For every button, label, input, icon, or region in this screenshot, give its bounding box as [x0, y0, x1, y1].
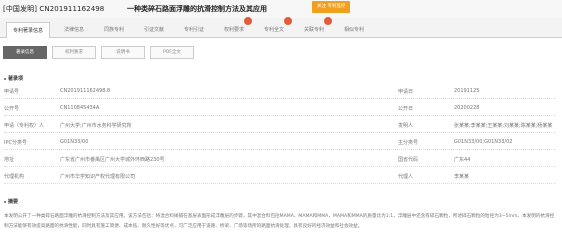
tab-bibliographic[interactable]: 专利著录信息 [6, 22, 51, 38]
biblio-row: IPC分类号 G01N33/00 主分类号 G01N33/00;G01N33/0… [4, 136, 556, 150]
field-label: 公开日 [398, 106, 414, 112]
tab-label: 专利著录信息 [13, 28, 44, 34]
ipc-code: G01N33/00 [60, 139, 89, 145]
biblio-section-title: 著录项 [4, 75, 23, 82]
application-number: CN201911162498.8 [60, 88, 111, 94]
subtab-description[interactable]: 说明书 [101, 46, 145, 59]
tab-family[interactable]: 同族专利 [98, 22, 130, 38]
abstract-section-title: 摘要 [4, 198, 18, 205]
tab-legal[interactable]: 法律信息 [58, 22, 90, 38]
tab-related[interactable]: 关联专利 [298, 17, 333, 38]
field-label: 申请日 [398, 89, 414, 95]
follow-button[interactable]: 关注 专利监控 [312, 1, 351, 13]
applicant: 广州大学;广州市水务科学研究所 [60, 123, 132, 129]
field-label: IPC分类号 [4, 140, 27, 146]
tab-label: 专利引证 [184, 27, 205, 33]
patent-title: 一种类碎石路面浮雕的抗滑控制方法及其应用 [127, 5, 267, 13]
field-label: 代理机构 [4, 174, 25, 180]
field-label: 公开号 [4, 106, 20, 112]
tab-label: 法律信息 [64, 27, 85, 33]
tab-label: 同族专利 [104, 27, 125, 33]
agency: 广州市华学知识产权代理有限公司 [60, 174, 136, 180]
biblio-row: 申请（专利权）人 广州大学;广州市水务科学研究所 发明人 张某某;李某某;王某某… [4, 119, 556, 133]
main-tab-bar: 专利著录信息 法律信息 同族专利 引证文献 专利引证 权利要求 专利全文 关联专… [0, 17, 562, 38]
tab-label: 专利全文 [264, 27, 285, 33]
publication-date: 20200228 [454, 105, 480, 111]
tab-citations[interactable]: 专利引证 [178, 22, 210, 38]
tab-label: 关联专利 [304, 27, 325, 33]
tab-similar[interactable]: 相似专利 [338, 22, 370, 38]
agent: 李某某 [454, 174, 470, 180]
content-panel: 著录信息 权利要求 说明书 PDF全文 著录项 申请号 CN2019111624… [0, 38, 562, 252]
biblio-row: 代理机构 广州市华学知识产权代理有限公司 代理人 李某某 [4, 170, 556, 184]
tab-label: 权利要求 [224, 27, 245, 33]
tab-label: 相似专利 [344, 27, 365, 33]
badge-icon [284, 17, 293, 25]
tab-cited-docs[interactable]: 引证文献 [138, 22, 170, 38]
badge-icon [244, 17, 253, 25]
application-date: 20191125 [454, 88, 480, 94]
biblio-row: 公开号 CN110845434A 公开日 20200228 [4, 102, 556, 116]
badge-icon [324, 17, 333, 25]
field-label: 国省代码 [398, 157, 419, 163]
field-label: 代理人 [398, 174, 414, 180]
publication-number: CN110845434A [60, 105, 100, 111]
biblio-row: 申请号 CN201911162498.8 申请日 20191125 [4, 85, 556, 99]
address: 广东省广州市番禺区广州大学城外环西路230号 [60, 157, 165, 163]
subtab-biblio[interactable]: 著录信息 [3, 46, 47, 59]
tab-claims[interactable]: 权利要求 [218, 17, 253, 38]
patent-doc-id: [中国发明] CN201911162498 [3, 5, 105, 13]
field-label: 地址 [4, 157, 15, 163]
field-label: 发明人 [398, 123, 414, 129]
biblio-row: 地址 广东省广州市番禺区广州大学城外环西路230号 国省代码 广东44 [4, 153, 556, 167]
field-label: 主分类号 [398, 140, 419, 146]
subtab-pdf[interactable]: PDF全文 [150, 46, 194, 59]
field-label: 申请（专利权）人 [4, 123, 45, 129]
subtab-claims[interactable]: 权利要求 [52, 46, 96, 59]
inventors: 张某某;李某某;王某某;刘某某;陈某某;杨某某 [454, 123, 553, 129]
abstract-text: 本发明公开了一种类碎石路面浮雕的抗滑控制方法及其应用。该方法包括：将混合料摊铺在… [4, 214, 555, 229]
field-label: 申请号 [4, 89, 20, 95]
province-code: 广东44 [454, 157, 471, 163]
tab-fulltext[interactable]: 专利全文 [258, 17, 293, 38]
title-bar: [中国发明] CN201911162498 一种类碎石路面浮雕的抗滑控制方法及其… [0, 0, 562, 19]
tab-label: 引证文献 [144, 27, 165, 33]
main-class-code: G01N33/00;G01N33/02 [454, 139, 513, 145]
